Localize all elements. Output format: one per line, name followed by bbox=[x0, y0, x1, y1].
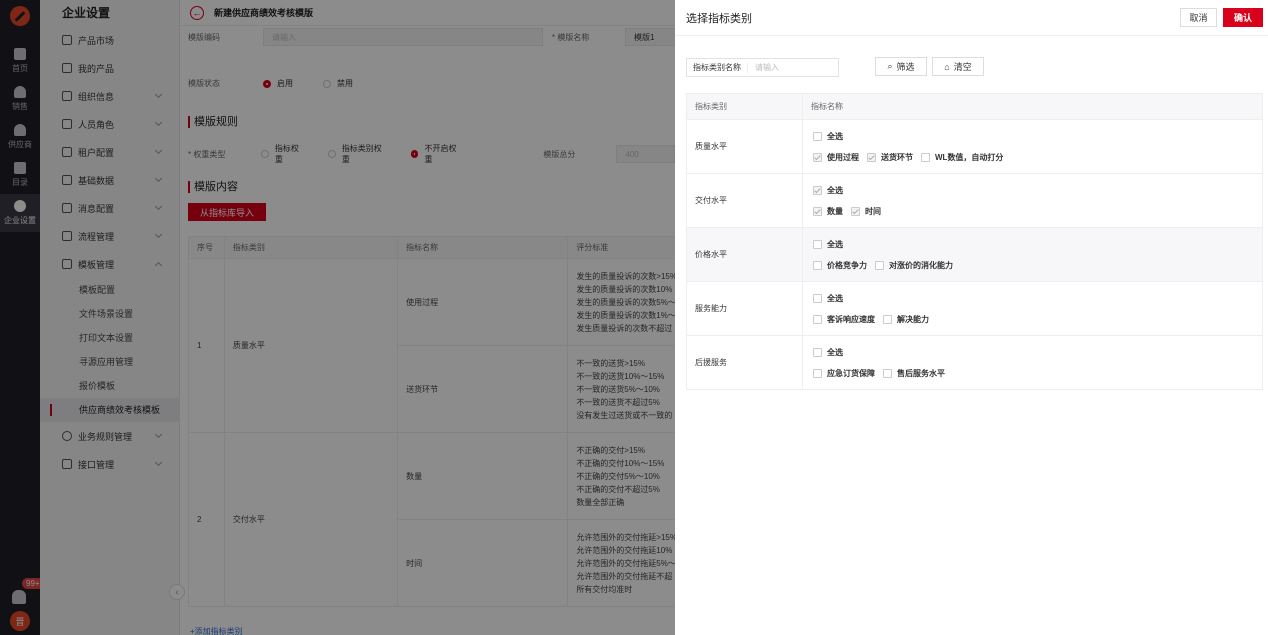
item-checkbox[interactable]: 价格竞争力 bbox=[813, 260, 867, 271]
items-line: 价格竞争力 对涨价的消化能力 bbox=[803, 255, 1262, 276]
checkbox-label: 时间 bbox=[865, 206, 881, 216]
item-checkbox[interactable]: 送货环节 bbox=[867, 152, 913, 163]
select-all-line: 全选 bbox=[803, 342, 1262, 363]
checkbox-box[interactable] bbox=[813, 131, 822, 141]
clear-button-label: 清空 bbox=[953, 62, 972, 72]
select-all-line: 全选 bbox=[803, 180, 1262, 201]
row-items: 全选 使用过程 送货环节 WL数值，自动打分 bbox=[802, 119, 1263, 174]
table-header: 指标类别 bbox=[686, 93, 803, 120]
table-header: 指标名称 bbox=[802, 93, 1263, 120]
select-all-checkbox[interactable]: 全选 bbox=[813, 239, 843, 250]
checkbox-label: 全选 bbox=[827, 185, 843, 195]
item-checkbox[interactable]: 应急订货保障 bbox=[813, 368, 875, 379]
checkbox-label: 送货环节 bbox=[881, 152, 913, 162]
item-checkbox[interactable]: WL数值，自动打分 bbox=[921, 152, 1003, 163]
checkbox-label: 数量 bbox=[827, 206, 843, 216]
select-all-checkbox[interactable]: 全选 bbox=[813, 293, 843, 304]
checkbox-label: 应急订货保障 bbox=[827, 368, 875, 378]
row-items: 全选 应急订货保障 售后服务水平 bbox=[802, 335, 1263, 390]
checkbox-box[interactable] bbox=[875, 260, 884, 270]
category-table: 指标类别 指标名称 质量水平 全选 使用过程 送货环节 WL数值，自动打分 交付… bbox=[686, 93, 1263, 390]
row-items: 全选 客诉响应速度 解决能力 bbox=[802, 281, 1263, 336]
checkbox-box[interactable] bbox=[813, 347, 822, 357]
items-line: 数量 时间 bbox=[803, 201, 1262, 222]
item-checkbox[interactable]: 解决能力 bbox=[883, 314, 929, 325]
checkbox-label: 对涨价的消化能力 bbox=[889, 260, 953, 270]
items-line: 应急订货保障 售后服务水平 bbox=[803, 363, 1262, 384]
search-icon: ⌕ bbox=[887, 61, 893, 71]
checkbox-box[interactable] bbox=[867, 152, 876, 162]
app-root: 首页 销售 供应商 目录 企业设置 99+ 晋 企业设置 产品市场 我的产品 组… bbox=[0, 0, 1268, 635]
checkbox-label: 解决能力 bbox=[897, 314, 929, 324]
row-items: 全选 价格竞争力 对涨价的消化能力 bbox=[802, 227, 1263, 282]
select-all-checkbox[interactable]: 全选 bbox=[813, 131, 843, 142]
category-name-filter[interactable]: 指标类别名称 请输入 bbox=[686, 58, 839, 77]
table-row: 交付水平 全选 数量 时间 bbox=[686, 173, 1263, 228]
broom-icon: ⌂ bbox=[944, 61, 950, 72]
checkbox-box[interactable] bbox=[883, 368, 892, 378]
table-row: 质量水平 全选 使用过程 送货环节 WL数值，自动打分 bbox=[686, 119, 1263, 174]
checkbox-label: 使用过程 bbox=[827, 152, 859, 162]
checkbox-label: 客诉响应速度 bbox=[827, 314, 875, 324]
checkbox-box[interactable] bbox=[813, 239, 822, 249]
select-all-checkbox[interactable]: 全选 bbox=[813, 347, 843, 358]
checkbox-box[interactable] bbox=[813, 314, 822, 324]
item-checkbox[interactable]: 时间 bbox=[851, 206, 881, 217]
checkbox-box[interactable] bbox=[813, 368, 822, 378]
checkbox-label: 全选 bbox=[827, 131, 843, 141]
checkbox-box[interactable] bbox=[883, 314, 892, 324]
checkbox-box[interactable] bbox=[813, 260, 822, 270]
checkbox-label: 价格竞争力 bbox=[827, 260, 867, 270]
checkbox-box[interactable] bbox=[813, 206, 822, 216]
filter-label: 指标类别名称 bbox=[687, 62, 748, 73]
item-checkbox[interactable]: 客诉响应速度 bbox=[813, 314, 875, 325]
checkbox-label: 全选 bbox=[827, 239, 843, 249]
items-line: 使用过程 送货环节 WL数值，自动打分 bbox=[803, 147, 1262, 168]
checkbox-label: 全选 bbox=[827, 347, 843, 357]
checkbox-box[interactable] bbox=[813, 185, 822, 195]
row-category: 服务能力 bbox=[686, 281, 803, 336]
table-header-row: 指标类别 指标名称 bbox=[686, 93, 1263, 120]
item-checkbox[interactable]: 数量 bbox=[813, 206, 843, 217]
select-all-checkbox[interactable]: 全选 bbox=[813, 185, 843, 196]
item-checkbox[interactable]: 使用过程 bbox=[813, 152, 859, 163]
filter-input[interactable]: 请输入 bbox=[748, 62, 779, 73]
cancel-button[interactable]: 取消 bbox=[1180, 8, 1217, 27]
items-line: 客诉响应速度 解决能力 bbox=[803, 309, 1262, 330]
row-items: 全选 数量 时间 bbox=[802, 173, 1263, 228]
modal-overlay[interactable] bbox=[0, 0, 675, 635]
row-category: 交付水平 bbox=[686, 173, 803, 228]
select-all-line: 全选 bbox=[803, 288, 1262, 309]
checkbox-label: WL数值，自动打分 bbox=[935, 152, 1004, 162]
table-row: 后援服务 全选 应急订货保障 售后服务水平 bbox=[686, 335, 1263, 390]
checkbox-box[interactable] bbox=[813, 293, 822, 303]
item-checkbox[interactable]: 售后服务水平 bbox=[883, 368, 945, 379]
select-all-line: 全选 bbox=[803, 126, 1262, 147]
filter-button-label: 筛选 bbox=[896, 62, 915, 72]
checkbox-box[interactable] bbox=[921, 152, 930, 162]
item-checkbox[interactable]: 对涨价的消化能力 bbox=[875, 260, 953, 271]
confirm-button[interactable]: 确认 bbox=[1223, 8, 1263, 27]
select-category-drawer: 选择指标类别 取消 确认 指标类别名称 请输入 ⌕ 筛选 ⌂ 清空 指标类别 指标名… bbox=[675, 0, 1268, 635]
checkbox-box[interactable] bbox=[813, 152, 822, 162]
row-category: 后援服务 bbox=[686, 335, 803, 390]
checkbox-label: 全选 bbox=[827, 293, 843, 303]
clear-button[interactable]: ⌂ 清空 bbox=[932, 57, 984, 76]
select-all-line: 全选 bbox=[803, 234, 1262, 255]
row-category: 价格水平 bbox=[686, 227, 803, 282]
table-row: 服务能力 全选 客诉响应速度 解决能力 bbox=[686, 281, 1263, 336]
checkbox-label: 售后服务水平 bbox=[897, 368, 945, 378]
checkbox-box[interactable] bbox=[851, 206, 860, 216]
row-category: 质量水平 bbox=[686, 119, 803, 174]
filter-button[interactable]: ⌕ 筛选 bbox=[875, 57, 927, 76]
table-row: 价格水平 全选 价格竞争力 对涨价的消化能力 bbox=[686, 227, 1263, 282]
drawer-title: 选择指标类别 bbox=[686, 12, 752, 25]
